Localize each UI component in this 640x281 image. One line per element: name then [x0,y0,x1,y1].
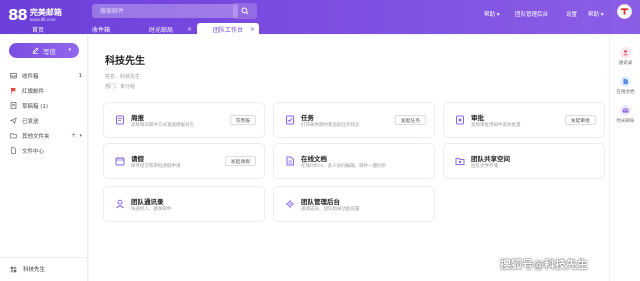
doc-icon [620,76,631,87]
logo-url: www.88.com [29,16,56,22]
sidebar: 写信 ▾ 收件箱 1 红旗邮件 草稿箱 (1) 已发送 其他文件夹 + ▾ 文件… [0,35,88,281]
create-approval-button[interactable]: 发起审批 [564,115,596,125]
tab-home[interactable]: 首页 [0,23,76,35]
card-shared-space[interactable]: 团队共享空间 团队文件存储 [443,143,605,179]
draft-icon [10,102,17,109]
contacts-icon [114,198,126,210]
watermark: 搜狐号@科技先生 [500,258,588,271]
file-icon [10,147,17,154]
dept-row: 部门：未分组 [105,84,136,90]
sidebar-item-file-center[interactable]: 文件中心 [10,146,82,155]
rail-item-contacts[interactable]: 通讯录 [610,47,640,66]
sidebar-divider [0,257,88,258]
tab-time-mail[interactable]: 时光邮局 × [126,23,196,35]
sent-icon [10,117,17,124]
top-bar: 88 完美邮箱 www.88.com 帮助 ▾ 团队管理后台 设置 帮助 ▾ 首… [0,0,640,35]
card-task[interactable]: 任务 打开邮件随时和追踪任务状态 发起任务 [273,102,435,138]
unread-count: 1 [78,72,83,79]
close-icon[interactable]: × [250,26,255,33]
search-input[interactable] [92,4,237,18]
card-leave[interactable]: 请假 邮件提交和审批请假申请 发起请假 [103,143,265,179]
card-team-contacts[interactable]: 团队通讯录 快速找人、群发邮件 [103,186,265,222]
request-leave-button[interactable]: 发起请假 [224,156,256,166]
sidebar-item-other-folders[interactable]: 其他文件夹 + ▾ [10,131,82,140]
search-button[interactable] [233,3,257,19]
tab-inbox[interactable]: 收件箱 [76,23,126,35]
logo-mark: 88 [8,6,28,24]
add-folder-icon[interactable]: + [71,132,76,139]
right-rail: 通讯录 在线文档 时光邮局 [609,35,640,281]
app-logo[interactable]: 88 完美邮箱 www.88.com [8,6,62,24]
logo-name: 完美邮箱 [29,7,62,17]
create-task-button[interactable]: 发起任务 [394,115,426,125]
search-icon [241,7,249,15]
sidebar-item-inbox[interactable]: 收件箱 1 [10,71,82,80]
folder-icon [10,132,17,139]
close-icon[interactable]: × [187,26,192,33]
flag-icon [10,87,17,94]
team-admin-icon [284,198,296,210]
sidebar-user[interactable]: 科技先生 [10,265,45,273]
online-doc-icon [284,155,296,167]
main-content: 科技先生 姓名：科技先生 部门：未分组 周报 高频每日邮件方式发送周报对方 写周… [89,35,609,281]
nav-settings[interactable]: 设置 [566,10,577,18]
pen-icon [32,47,39,54]
nav-team-admin[interactable]: 团队管理后台 [515,10,548,18]
sidebar-item-drafts[interactable]: 草稿箱 (1) [10,101,82,110]
avatar-logo-icon [620,8,629,15]
search-box [92,4,238,18]
rail-item-time-mail[interactable]: 时光邮局 [610,105,640,124]
leave-icon [114,155,126,167]
approval-icon [454,114,466,126]
weekly-report-icon [114,114,126,126]
card-online-doc[interactable]: 在线文档 在线Office、多人协同编辑，邮件一键同步 [273,143,435,179]
time-mail-icon [620,105,631,116]
page-title: 科技先生 [105,56,145,67]
user-avatar[interactable] [617,4,632,19]
card-approval[interactable]: 审批 高频审批用邮件高效批量 发起审批 [443,102,605,138]
contacts-icon [620,47,631,58]
compose-button[interactable]: 写信 ▾ [9,43,79,58]
card-team-admin[interactable]: 团队管理后台 邀请成员、团队相关功能设置 [273,186,435,222]
name-row: 姓名：科技先生 [105,74,141,80]
rail-item-online-doc[interactable]: 在线文档 [610,76,640,95]
inbox-icon [10,72,17,79]
write-weekly-report-button[interactable]: 写周报 [229,115,256,125]
sidebar-item-flagged[interactable]: 红旗邮件 [10,86,82,95]
chevron-down-icon[interactable]: ▾ [79,133,82,139]
card-weekly-report[interactable]: 周报 高频每日邮件方式发送周报对方 写周报 [103,102,265,138]
nav-more[interactable]: 帮助 ▾ [588,10,604,18]
task-icon [284,114,296,126]
tab-team-workbench[interactable]: 团队工作台 × [197,23,259,35]
shared-space-icon [454,155,466,167]
chevron-down-icon[interactable]: ▾ [68,47,71,53]
nav-help[interactable]: 帮助 ▾ [484,10,500,18]
sidebar-item-sent[interactable]: 已发送 [10,116,82,125]
team-icon [10,266,17,272]
